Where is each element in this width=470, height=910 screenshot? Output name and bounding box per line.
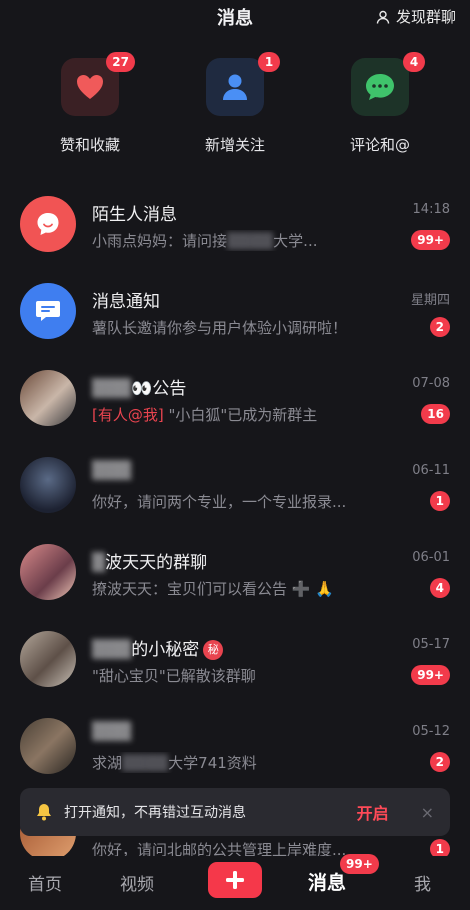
new-followers-button[interactable]: 1 新增关注 [175, 52, 295, 155]
unread-count-badge: 1 [429, 491, 450, 511]
banner-text: 打开通知，不再错过互动消息 [64, 805, 246, 821]
likes-badge: 27 [106, 52, 135, 72]
group-avatar [20, 631, 76, 687]
conversation-time: 06-01 [412, 550, 450, 565]
unread-count-badge: 16 [421, 404, 450, 424]
unread-count-badge: 2 [429, 317, 450, 337]
group-avatar [20, 370, 76, 426]
group-avatar [20, 544, 76, 600]
message-box-icon [36, 301, 60, 321]
comments-label: 评论和@ [349, 136, 410, 154]
list-item[interactable]: ▒▒▒ 求湖▒▒▒▒大学741资料 05-12 2 [0, 704, 470, 791]
heart-icon [77, 75, 103, 99]
conversation-preview: 小雨点妈妈：请问接▒▒▒▒大学... [92, 232, 318, 250]
list-item[interactable]: ▒波天天的群聊 撩波天天：宝贝们可以看公告 ➕ 🙏 06-01 4 [0, 530, 470, 617]
stranger-avatar [20, 196, 76, 252]
conversation-name: 陌生人消息 [92, 205, 177, 225]
likes-label: 赞和收藏 [59, 136, 120, 154]
conversation-name: ▒▒▒👀公告 [92, 379, 187, 399]
followers-tile: 1 [206, 52, 280, 116]
top-bar: 消息 发现群聊 [0, 0, 470, 34]
list-item[interactable]: 消息通知 薯队长邀请你参与用户体验小调研啦！ 星期四 2 [0, 269, 470, 356]
list-item[interactable]: ▒▒▒的小秘密秘 "甜心宝贝"已解散该群聊 05-17 99+ [0, 617, 470, 704]
conversation-name: 消息通知 [92, 292, 160, 312]
person-icon [223, 74, 247, 100]
secret-badge: 秘 [203, 640, 224, 660]
followers-badge: 1 [258, 52, 280, 72]
unread-count-badge: 99+ [411, 230, 450, 250]
conversation-name: ▒▒▒ [92, 722, 132, 742]
followers-label: 新增关注 [204, 136, 265, 154]
bell-icon [37, 804, 51, 821]
unread-count-badge: 99+ [411, 665, 450, 685]
comments-and-mentions-button[interactable]: 4 评论和@ [320, 52, 440, 155]
create-post-button[interactable] [208, 862, 262, 898]
conversation-time: 星期四 [410, 293, 450, 308]
user-avatar [20, 457, 76, 513]
conversation-preview: 薯队长邀请你参与用户体验小调研啦！ [92, 319, 348, 337]
conversation-time: 07-08 [412, 376, 450, 391]
comments-tile: 4 [351, 52, 425, 116]
discover-groups-label: 发现群聊 [395, 8, 456, 26]
conversation-preview: 你好，请问两个专业，一个专业报录... [92, 493, 347, 511]
user-avatar [20, 718, 76, 774]
conversation-name: ▒波天天的群聊 [92, 553, 208, 573]
discover-groups-button[interactable]: 发现群聊 [376, 6, 456, 27]
conversation-preview: 求湖▒▒▒▒大学741资料 [92, 754, 257, 772]
list-item[interactable]: ▒▒▒ 你好，请问两个专业，一个专业报录... 06-11 1 [0, 443, 470, 530]
conversation-time: 05-12 [412, 724, 450, 739]
tab-me[interactable]: 我 [414, 870, 431, 895]
conversation-time: 06-11 [412, 463, 450, 478]
tab-video[interactable]: 视频 [120, 870, 154, 895]
unread-count-badge: 4 [429, 578, 450, 598]
message-list: 陌生人消息 小雨点妈妈：请问接▒▒▒▒大学... 14:18 99+ 消息通知 … [0, 182, 470, 878]
notification-avatar [20, 283, 76, 339]
unread-count-badge: 2 [429, 752, 450, 772]
comment-icon [366, 74, 394, 100]
chat-bubble-icon [37, 213, 59, 235]
likes-and-favorites-button[interactable]: 27 赞和收藏 [30, 52, 150, 155]
close-banner-button[interactable]: × [421, 803, 434, 822]
enable-notifications-banner: 打开通知，不再错过互动消息 开启 × [20, 788, 450, 836]
conversation-preview: 撩波天天：宝贝们可以看公告 ➕ 🙏 [92, 580, 334, 598]
tab-home[interactable]: 首页 [28, 870, 62, 895]
quick-actions: 27 赞和收藏 1 新增关注 4 评论和@ [0, 52, 470, 168]
enable-notifications-button[interactable]: 开启 [357, 800, 389, 824]
conversation-preview: "甜心宝贝"已解散该群聊 [92, 667, 256, 685]
conversation-preview: [有人@我] "小白狐"已成为新群主 [92, 406, 318, 424]
conversation-name: ▒▒▒的小秘密秘 [92, 635, 224, 660]
person-outline-icon [376, 10, 390, 24]
conversation-name: ▒▒▒ [92, 461, 132, 481]
conversation-time: 14:18 [412, 202, 450, 217]
plus-icon [226, 871, 244, 889]
tab-messages[interactable]: 消息 [308, 868, 346, 895]
comments-badge: 4 [403, 52, 425, 72]
conversation-time: 05-17 [412, 637, 450, 652]
messages-tab-badge: 99+ [340, 854, 379, 874]
list-item[interactable]: 陌生人消息 小雨点妈妈：请问接▒▒▒▒大学... 14:18 99+ [0, 182, 470, 269]
bottom-tab-bar: 首页 视频 消息 99+ 我 [0, 854, 470, 910]
list-item[interactable]: ▒▒▒👀公告 [有人@我] "小白狐"已成为新群主 07-08 16 [0, 356, 470, 443]
likes-tile: 27 [61, 52, 135, 116]
